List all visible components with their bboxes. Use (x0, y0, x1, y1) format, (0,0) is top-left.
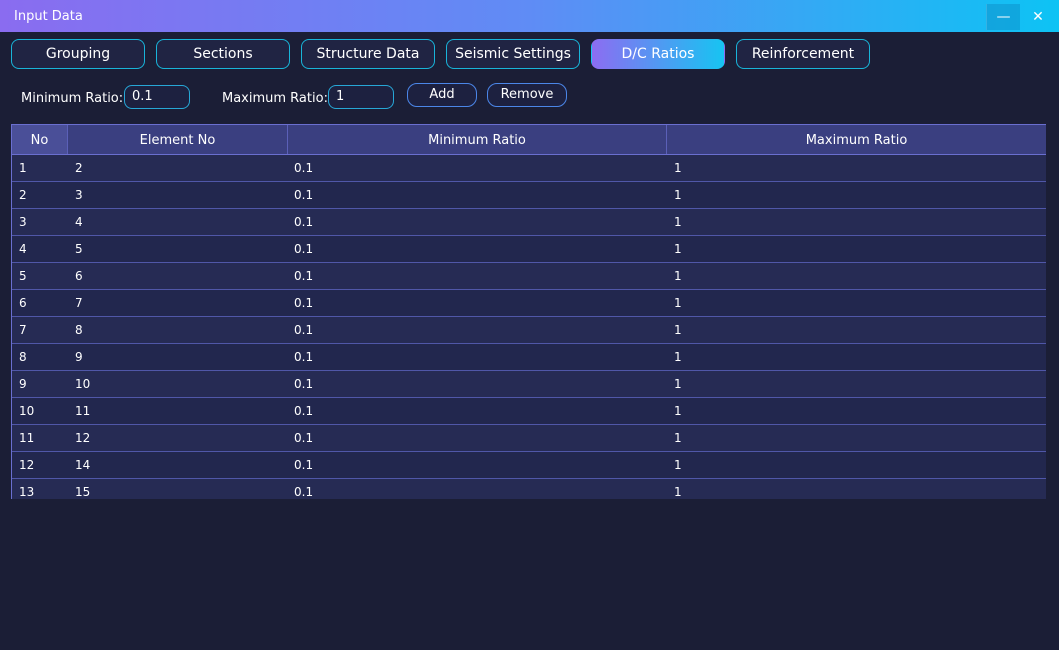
cell-minimum-ratio: 0.1 (294, 323, 314, 337)
tab-sections[interactable]: Sections (156, 39, 290, 69)
column-header-maximum-ratio[interactable]: Maximum Ratio (667, 125, 1046, 154)
column-header-element-no[interactable]: Element No (68, 125, 288, 154)
column-header-no[interactable]: No (12, 125, 68, 154)
cell-minimum-ratio: 0.1 (294, 377, 314, 391)
cell-element-no: 3 (75, 188, 83, 202)
cell-element-no: 10 (75, 377, 91, 391)
remove-button[interactable]: Remove (487, 83, 567, 107)
table-row[interactable]: 4 5 0.1 1 (12, 236, 1046, 263)
tab-dc-ratios[interactable]: D/C Ratios (591, 39, 725, 69)
window-title: Input Data (14, 9, 83, 24)
cell-minimum-ratio: 0.1 (294, 161, 314, 175)
table-row[interactable]: 1 2 0.1 1 (12, 155, 1046, 182)
column-header-minimum-ratio[interactable]: Minimum Ratio (288, 125, 667, 154)
minimize-icon: — (996, 9, 1011, 25)
cell-maximum-ratio: 1 (674, 215, 682, 229)
cell-no: 12 (19, 458, 35, 472)
cell-element-no: 12 (75, 431, 91, 445)
cell-maximum-ratio: 1 (674, 485, 682, 499)
table-row[interactable]: 6 7 0.1 1 (12, 290, 1046, 317)
dc-ratios-table: No Element No Minimum Ratio Maximum Rati… (11, 124, 1046, 499)
cell-maximum-ratio: 1 (674, 350, 682, 364)
cell-no: 5 (19, 269, 27, 283)
cell-no: 2 (19, 188, 27, 202)
table-row[interactable]: 3 4 0.1 1 (12, 209, 1046, 236)
cell-minimum-ratio: 0.1 (294, 215, 314, 229)
cell-maximum-ratio: 1 (674, 458, 682, 472)
tab-reinforcement[interactable]: Reinforcement (736, 39, 870, 69)
table-row[interactable]: 13 15 0.1 1 (12, 479, 1046, 499)
add-button[interactable]: Add (407, 83, 477, 107)
cell-no: 11 (19, 431, 35, 445)
tab-structure-data[interactable]: Structure Data (301, 39, 435, 69)
cell-minimum-ratio: 0.1 (294, 431, 314, 445)
close-button[interactable]: ✕ (1021, 4, 1055, 30)
cell-no: 3 (19, 215, 27, 229)
cell-maximum-ratio: 1 (674, 242, 682, 256)
cell-element-no: 5 (75, 242, 83, 256)
cell-element-no: 2 (75, 161, 83, 175)
maximum-ratio-input[interactable]: 1 (328, 85, 394, 109)
cell-minimum-ratio: 0.1 (294, 269, 314, 283)
cell-element-no: 15 (75, 485, 91, 499)
tab-seismic-settings[interactable]: Seismic Settings (446, 39, 580, 69)
cell-no: 10 (19, 404, 35, 418)
cell-no: 9 (19, 377, 27, 391)
cell-minimum-ratio: 0.1 (294, 188, 314, 202)
cell-maximum-ratio: 1 (674, 269, 682, 283)
cell-no: 13 (19, 485, 35, 499)
table-row[interactable]: 8 9 0.1 1 (12, 344, 1046, 371)
minimize-button[interactable]: — (986, 4, 1020, 30)
cell-no: 6 (19, 296, 27, 310)
close-icon: ✕ (1032, 9, 1044, 25)
cell-no: 1 (19, 161, 27, 175)
table-row[interactable]: 10 11 0.1 1 (12, 398, 1046, 425)
cell-element-no: 7 (75, 296, 83, 310)
cell-maximum-ratio: 1 (674, 188, 682, 202)
title-bar: Input Data — ✕ (0, 0, 1059, 32)
maximum-ratio-label: Maximum Ratio: (222, 91, 328, 106)
table-row[interactable]: 12 14 0.1 1 (12, 452, 1046, 479)
cell-minimum-ratio: 0.1 (294, 458, 314, 472)
cell-maximum-ratio: 1 (674, 296, 682, 310)
minimum-ratio-label: Minimum Ratio: (21, 91, 124, 106)
table-body: 1 2 0.1 1 2 3 0.1 1 3 4 0.1 1 4 5 0.1 1 5 6 0.1 1 6 7 0.1 1 7 8 0.… (12, 155, 1046, 499)
cell-minimum-ratio: 0.1 (294, 296, 314, 310)
cell-element-no: 9 (75, 350, 83, 364)
cell-element-no: 4 (75, 215, 83, 229)
cell-element-no: 6 (75, 269, 83, 283)
cell-no: 4 (19, 242, 27, 256)
cell-element-no: 11 (75, 404, 91, 418)
table-row[interactable]: 11 12 0.1 1 (12, 425, 1046, 452)
cell-no: 7 (19, 323, 27, 337)
cell-minimum-ratio: 0.1 (294, 485, 314, 499)
cell-element-no: 14 (75, 458, 91, 472)
table-row[interactable]: 5 6 0.1 1 (12, 263, 1046, 290)
cell-element-no: 8 (75, 323, 83, 337)
table-header: No Element No Minimum Ratio Maximum Rati… (12, 124, 1046, 155)
tab-grouping[interactable]: Grouping (11, 39, 145, 69)
cell-maximum-ratio: 1 (674, 161, 682, 175)
table-row[interactable]: 7 8 0.1 1 (12, 317, 1046, 344)
cell-maximum-ratio: 1 (674, 404, 682, 418)
cell-maximum-ratio: 1 (674, 323, 682, 337)
cell-minimum-ratio: 0.1 (294, 242, 314, 256)
table-row[interactable]: 9 10 0.1 1 (12, 371, 1046, 398)
cell-maximum-ratio: 1 (674, 377, 682, 391)
tab-bar: Grouping Sections Structure Data Seismic… (0, 39, 1059, 69)
cell-no: 8 (19, 350, 27, 364)
cell-minimum-ratio: 0.1 (294, 350, 314, 364)
minimum-ratio-input[interactable]: 0.1 (124, 85, 190, 109)
cell-minimum-ratio: 0.1 (294, 404, 314, 418)
cell-maximum-ratio: 1 (674, 431, 682, 445)
table-row[interactable]: 2 3 0.1 1 (12, 182, 1046, 209)
